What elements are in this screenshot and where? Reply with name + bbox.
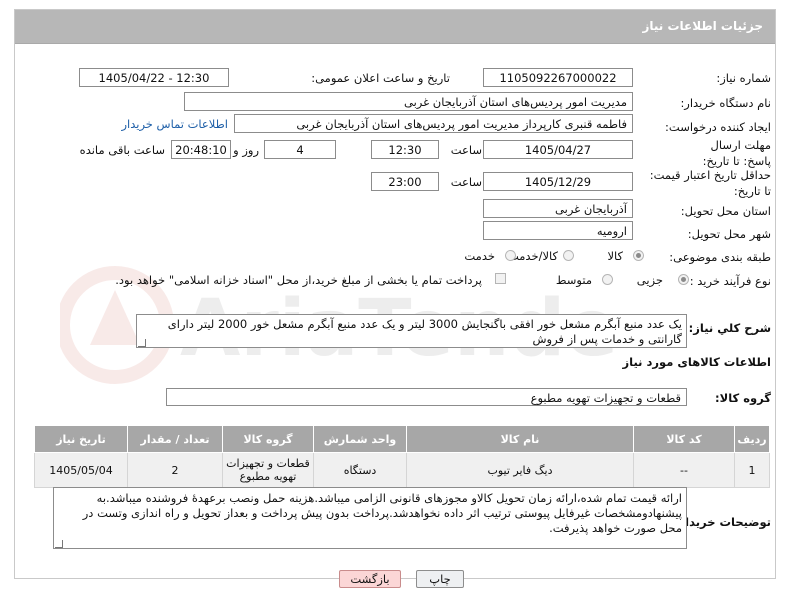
cell-code: -- (633, 452, 735, 488)
province-field: آذربایجان غربی (483, 199, 633, 218)
price-validity-time-label: ساعت (450, 175, 482, 189)
description-label: شرح کلي نياز: (688, 321, 771, 335)
price-validity-time-field: 23:00 (371, 172, 439, 191)
deadline-date-field: 1405/04/27 (483, 140, 633, 159)
col-unit: واحد شمارش (313, 425, 407, 453)
price-validity-label: حداقل تاریخ اعتبار قیمت: تا تاریخ: (649, 168, 771, 198)
deadline-time-label: ساعت (450, 143, 482, 157)
creator-field: فاطمه قنبری کارپرداز مدیریت امور پردیس‌ه… (234, 114, 633, 133)
announce-field: 1405/04/22 - 12:30 (79, 68, 229, 87)
cell-unit: دستگاه (313, 452, 407, 488)
process-option-minor: جزیی (636, 273, 663, 287)
deadline-time-field: 12:30 (371, 140, 439, 159)
items-table: ردیف کد کالا نام کالا واحد شمارش گروه کا… (34, 425, 770, 488)
contact-buyer-link[interactable]: اطلاعات تماس خریدار (121, 117, 228, 131)
cell-group: قطعات و تجهیزات تهویه مطبوع (222, 452, 314, 488)
resize-handle-icon[interactable] (138, 339, 146, 347)
creator-label: ایجاد کننده درخواست: (665, 120, 771, 134)
category-radio-service[interactable] (505, 250, 516, 261)
cell-date: 1405/05/04 (34, 452, 128, 488)
col-date: تاریخ نیاز (34, 425, 128, 453)
days-field: 4 (264, 140, 336, 159)
table-header-row: ردیف کد کالا نام کالا واحد شمارش گروه کا… (34, 425, 770, 453)
category-label: طبقه بندی موضوعی: (669, 250, 771, 264)
cell-row: 1 (734, 452, 770, 488)
need-number-label: شماره نیاز: (716, 71, 771, 85)
col-quantity: تعداد / مقدار (127, 425, 223, 453)
resize-handle-icon[interactable] (55, 540, 63, 548)
buyer-notes-textarea[interactable]: ارائه قیمت تمام شده،ارائه زمان تحویل کال… (53, 487, 687, 549)
category-radio-goods-service[interactable] (563, 250, 574, 261)
goods-group-field: قطعات و تجهیزات تهویه مطبوع (166, 388, 687, 406)
buyer-org-label: نام دستگاه خریدار: (680, 96, 771, 110)
remaining-label: ساعت باقی مانده (79, 143, 165, 157)
buyer-org-field: مدیریت امور پردیس‌های استان آذربایجان غر… (184, 92, 633, 111)
remaining-time-field: 20:48:10 (171, 140, 231, 159)
print-button[interactable]: چاپ (416, 570, 464, 588)
treasury-payment-checkbox[interactable] (495, 273, 506, 284)
announce-label: تاریخ و ساعت اعلان عمومی: (311, 71, 450, 85)
panel-header: جزئیات اطلاعات نیاز (15, 10, 775, 44)
process-radio-minor[interactable] (678, 274, 689, 285)
col-row: ردیف (734, 425, 770, 453)
city-field: ارومیه (483, 221, 633, 240)
deadline-label: مهلت ارسال پاسخ: تا تاریخ: (702, 138, 771, 168)
buyer-notes-label: توضیحات خریدار: (673, 515, 771, 529)
process-radio-medium[interactable] (602, 274, 613, 285)
col-code: کد کالا (633, 425, 735, 453)
city-label: شهر محل تحویل: (687, 227, 771, 241)
price-validity-date-field: 1405/12/29 (483, 172, 633, 191)
col-name: نام کالا (406, 425, 634, 453)
cell-quantity: 2 (127, 452, 223, 488)
col-group: گروه کالا (222, 425, 314, 453)
goods-info-title: اطلاعات کالاهای مورد نیاز (622, 355, 771, 369)
category-radio-goods[interactable] (633, 250, 644, 261)
description-textarea[interactable]: یک عدد منبع آبگرم مشعل خور افقی باگنجایش… (136, 314, 687, 348)
treasury-payment-note: پرداخت تمام یا بخشی از مبلغ خرید،از محل … (115, 273, 482, 287)
back-button[interactable]: بازگشت (339, 570, 401, 588)
category-option-goods: کالا (607, 249, 623, 263)
table-row[interactable]: 1 -- دیگ فایر تیوب دستگاه قطعات و تجهیزا… (34, 452, 770, 488)
process-option-medium: متوسط (555, 273, 592, 287)
category-option-service: خدمت (464, 249, 495, 263)
province-label: استان محل تحویل: (680, 204, 771, 218)
goods-group-label: گروه کالا: (715, 391, 771, 405)
need-number-field: 1105092267000022 (483, 68, 633, 87)
page-title: جزئیات اطلاعات نیاز (642, 19, 763, 33)
days-label: روز و (233, 143, 259, 157)
process-label: نوع فرآیند خرید : (689, 274, 771, 288)
cell-name: دیگ فایر تیوب (406, 452, 634, 488)
